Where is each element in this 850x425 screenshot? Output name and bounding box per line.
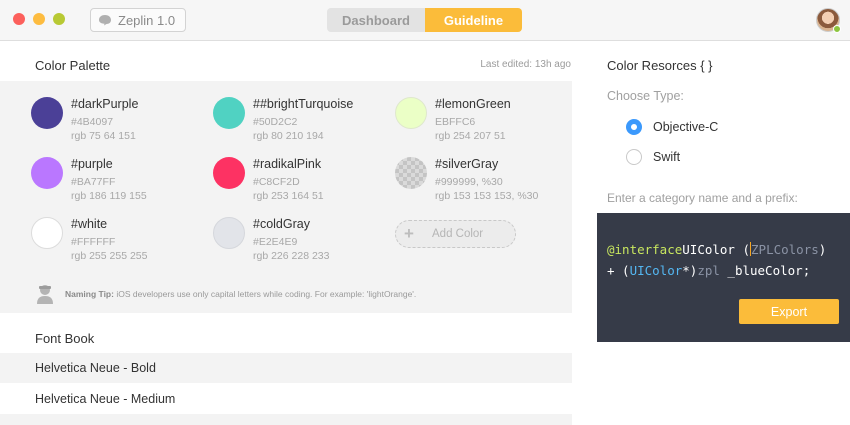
color-hex: #999999, %30 <box>435 176 503 188</box>
choose-type-label: Choose Type: <box>607 89 684 103</box>
color-swatch <box>31 157 63 189</box>
color-swatch <box>395 97 427 129</box>
color-rgb: rgb 80 210 194 <box>253 130 324 142</box>
color-palette-grid: #darkPurple #4B4097 rgb 75 64 151 ##brig… <box>0 81 572 313</box>
color-rgb: rgb 186 119 155 <box>71 190 147 202</box>
color-swatch <box>213 157 245 189</box>
code-open-paren: ( <box>734 242 751 257</box>
code-plus: + ( <box>607 263 630 278</box>
color-name: #coldGray <box>253 217 310 231</box>
color-name: #silverGray <box>435 157 499 171</box>
tab-guideline[interactable]: Guideline <box>425 8 522 32</box>
color-hex: #C8CF2D <box>253 176 300 188</box>
color-item[interactable]: #radikalPink #C8CF2D rgb 253 164 51 <box>213 157 373 207</box>
color-swatch <box>31 217 63 249</box>
transparent-swatch <box>395 157 427 189</box>
color-rgb: rgb 254 207 51 <box>435 130 506 142</box>
minimize-window-button[interactable] <box>33 13 45 25</box>
tab-dashboard[interactable]: Dashboard <box>327 8 425 32</box>
tip-text: iOS developers use only capital letters … <box>116 289 417 299</box>
color-name: #purple <box>71 157 113 171</box>
color-name: #lemonGreen <box>435 97 511 111</box>
font-row[interactable]: Helvetica Neue - Bold <box>0 353 572 383</box>
plus-icon: + <box>404 224 414 243</box>
color-swatch <box>213 97 245 129</box>
color-item[interactable]: #silverGray #999999, %30 rgb 153 153 153… <box>395 157 555 207</box>
app-menu-button[interactable]: Zeplin 1.0 <box>90 8 186 32</box>
color-rgb: rgb 255 255 255 <box>71 250 148 262</box>
color-rgb: rgb 226 228 233 <box>253 250 330 262</box>
zeplin-logo-icon <box>99 15 111 26</box>
color-hex: #4B4097 <box>71 116 114 128</box>
code-return-type: UIColor <box>629 263 683 278</box>
prefix-prompt: Enter a category name and a prefix: <box>607 191 798 205</box>
color-item[interactable]: #lemonGreen EBFFC6 rgb 254 207 51 <box>395 97 555 147</box>
color-name: #radikalPink <box>253 157 322 171</box>
color-item[interactable]: #darkPurple #4B4097 rgb 75 64 151 <box>31 97 191 147</box>
font-book-title: Font Book <box>35 331 95 346</box>
color-rgb: rgb 153 153 153, %30 <box>435 190 539 202</box>
naming-tip: Naming Tip: iOS developers use only capi… <box>35 283 416 305</box>
color-resources-title: Color Resorces { } <box>607 58 713 73</box>
color-name: #white <box>71 217 108 231</box>
last-edited-label: Last edited: 13h ago <box>480 59 571 70</box>
color-hex: #FFFFFF <box>71 236 116 248</box>
code-method-name: _blueColor; <box>719 263 811 278</box>
title-bar: Zeplin 1.0 Dashboard Guideline <box>0 0 850 41</box>
guideline-main: Color Palette Last edited: 13h ago #dark… <box>0 41 572 425</box>
radio-unselected-icon <box>626 149 642 165</box>
code-line: @interfaceUIColor (ZPLColors) <box>607 242 826 257</box>
color-swatch <box>31 97 63 129</box>
color-swatch <box>213 217 245 249</box>
online-status-badge <box>833 25 841 33</box>
color-item[interactable]: #white #FFFFFF rgb 255 255 255 <box>31 217 191 267</box>
code-close-paren: ) <box>818 242 827 257</box>
color-item[interactable]: #coldGray #E2E4E9 rgb 226 228 233 <box>213 217 373 267</box>
color-rgb: rgb 75 64 151 <box>71 130 136 142</box>
color-rgb: rgb 253 164 51 <box>253 190 324 202</box>
view-tabs: Dashboard Guideline <box>327 8 522 32</box>
app-name-label: Zeplin 1.0 <box>118 12 176 28</box>
radio-label: Objective-C <box>653 120 719 134</box>
color-hex: EBFFC6 <box>435 116 476 128</box>
color-hex: #E2E4E9 <box>253 236 298 248</box>
export-button[interactable]: Export <box>739 299 839 324</box>
color-palette-title: Color Palette <box>35 58 111 73</box>
radio-selected-icon <box>626 119 642 135</box>
tip-label: Naming Tip: <box>65 289 114 299</box>
color-name: ##brightTurquoise <box>253 97 354 111</box>
font-row[interactable] <box>0 414 572 425</box>
color-resources-panel: Color Resorces { } Choose Type: Objectiv… <box>572 41 850 425</box>
code-line: + (UIColor*)zpl _blueColor; <box>607 263 810 278</box>
color-item[interactable]: ##brightTurquoise #50D2C2 rgb 80 210 194 <box>213 97 373 147</box>
radio-swift[interactable]: Swift <box>626 149 680 165</box>
category-name-input[interactable]: ZPLColors <box>751 242 819 257</box>
code-editor[interactable]: @interfaceUIColor (ZPLColors) + (UIColor… <box>597 213 850 342</box>
color-hex: #BA77FF <box>71 176 116 188</box>
code-pointer: *) <box>682 263 698 278</box>
prefix-input[interactable]: zpl <box>697 263 720 278</box>
zoom-window-button[interactable] <box>53 13 65 25</box>
color-item[interactable]: #purple #BA77FF rgb 186 119 155 <box>31 157 191 207</box>
color-hex: #50D2C2 <box>253 116 298 128</box>
developer-icon <box>37 285 53 304</box>
close-window-button[interactable] <box>13 13 25 25</box>
color-name: #darkPurple <box>71 97 139 111</box>
code-keyword: @interface <box>607 242 683 257</box>
code-class-name: UIColor <box>682 242 735 257</box>
radio-objective-c[interactable]: Objective-C <box>626 119 718 135</box>
font-row[interactable]: Helvetica Neue - Medium <box>0 384 572 414</box>
radio-label: Swift <box>653 150 681 164</box>
add-color-label: Add Color <box>432 228 484 240</box>
add-color-button[interactable]: + Add Color <box>395 220 516 248</box>
